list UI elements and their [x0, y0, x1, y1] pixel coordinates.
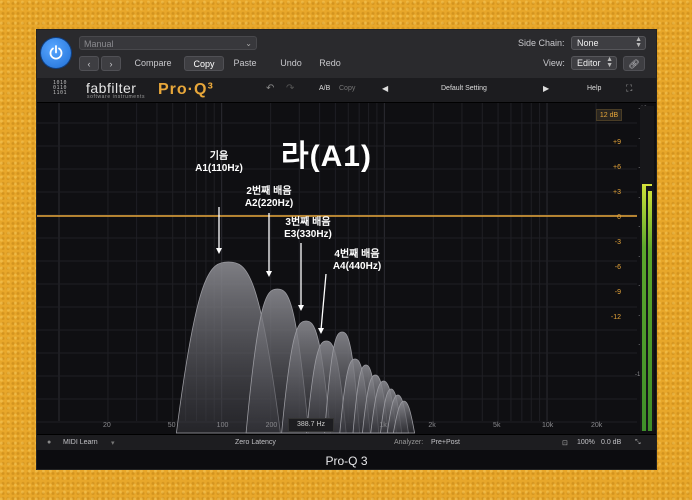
meter-bar-right	[648, 191, 652, 431]
annotation-harmonic-4: 4번째 배음 A4(440Hz)	[323, 249, 391, 273]
frequency-label: 100	[216, 422, 229, 429]
undo-icon[interactable]: ↶	[266, 83, 274, 94]
annotation-line2: A1(110Hz)	[195, 163, 243, 174]
preset-select[interactable]: Manual ⌄	[79, 36, 257, 50]
sidechain-select[interactable]: None ▲ ▼	[571, 36, 646, 50]
eq-scale-label: -9	[614, 289, 621, 296]
arrow-head	[318, 328, 324, 334]
sidechain-value: None	[577, 38, 599, 48]
annotation-harmonic-3: 3번째 배음 E3(330Hz)	[275, 217, 341, 241]
latency-select[interactable]: Zero Latency	[235, 439, 276, 446]
copy-button[interactable]: Copy	[184, 56, 224, 71]
output-level-meter	[640, 106, 654, 431]
plugin-preset-name[interactable]: Default Setting	[441, 85, 487, 92]
midi-learn-button[interactable]: MIDI Learn	[63, 439, 98, 446]
range-select[interactable]: 12 dB	[596, 109, 622, 121]
frequency-label: 2k	[428, 422, 436, 429]
note-title: 라(A1)	[281, 140, 372, 173]
next-preset-button[interactable]: ›	[101, 56, 121, 71]
frequency-readout: 388.7 Hz	[288, 418, 334, 432]
analyzer-label: Analyzer:	[394, 439, 424, 446]
redo-icon[interactable]: ↷	[286, 83, 294, 94]
plugin-window: Manual ⌄ ‹ › Compare Copy Paste Undo Red…	[37, 30, 656, 469]
zoom-value[interactable]: 100%	[577, 439, 595, 446]
frequency-label: 200	[265, 422, 278, 429]
fullscreen-icon[interactable]: ⛶	[626, 83, 632, 94]
frequency-label: 20	[102, 422, 111, 429]
annotation-line1: 4번째 배음	[334, 249, 380, 260]
power-button[interactable]	[41, 38, 71, 68]
help-button[interactable]: Help	[587, 85, 601, 92]
spectrum-peaks	[175, 261, 416, 434]
annotation-line1: 2번째 배음	[246, 186, 292, 197]
eq-scale-label: 0	[617, 214, 621, 221]
eq-scale-label: -12	[610, 314, 621, 321]
annotation-line2: A4(440Hz)	[332, 261, 382, 272]
zoom-icon[interactable]: ⊡	[562, 439, 568, 447]
ab-button[interactable]: A/B	[319, 85, 330, 92]
eq-scale-label: +9	[613, 139, 621, 146]
status-bar: ● MIDI Learn ▾ Zero Latency Analyzer: Pr…	[37, 434, 656, 451]
compare-button[interactable]: Compare	[132, 56, 174, 71]
midi-dropdown-icon[interactable]: ▾	[111, 439, 115, 447]
prev-preset-button[interactable]: ‹	[79, 56, 99, 71]
redo-button[interactable]: Redo	[313, 56, 347, 71]
frequency-label: 5k	[493, 422, 501, 429]
chevron-down-icon: ⌄	[245, 39, 252, 48]
link-icon: 🔗︎	[628, 59, 640, 69]
undo-button[interactable]: Undo	[274, 56, 308, 71]
annotation-line1: 3번째 배음	[285, 217, 331, 228]
resize-icon[interactable]: ⤡	[635, 439, 641, 447]
frequency-label: 1k	[379, 422, 387, 429]
sidechain-label: Side Chain:	[518, 38, 565, 48]
paste-button[interactable]: Paste	[228, 56, 262, 71]
prev-preset-arrow-icon[interactable]: ◀	[382, 84, 388, 93]
frequency-label: 50	[167, 422, 176, 429]
preset-value: Manual	[84, 39, 114, 49]
link-button[interactable]: 🔗︎	[623, 56, 645, 71]
annotation-fundamental: 기음 A1(110Hz)	[189, 151, 249, 175]
power-icon	[49, 45, 63, 60]
meter-bar-left	[642, 186, 646, 431]
annotation-harmonic-2: 2번째 배음 A2(220Hz)	[236, 186, 302, 210]
plugin-header: 1010 0110 1101 fabfilter software instrume…	[37, 78, 656, 103]
view-select[interactable]: Editor ▲ ▼	[571, 56, 617, 70]
frequency-label: 10k	[542, 422, 554, 429]
host-toolbar: Manual ⌄ ‹ › Compare Copy Paste Undo Red…	[37, 30, 656, 79]
meter-peak	[642, 184, 652, 186]
midi-icon[interactable]: ●	[47, 439, 51, 446]
annotation-line2: E3(330Hz)	[284, 229, 332, 240]
window-caption: Pro-Q 3	[37, 450, 656, 469]
updown-icon: ▲ ▼	[606, 56, 613, 69]
frequency-label: 20k	[591, 422, 603, 429]
product-logo: Pro·Q³	[158, 81, 214, 98]
eq-scale-label: +6	[613, 164, 621, 171]
analyzer-select[interactable]: Pre+Post	[431, 439, 460, 446]
logo-bits-icon: 1010 0110 1101	[53, 80, 68, 96]
annotation-line2: A2(220Hz)	[244, 198, 294, 209]
annotation-line1: 기음	[209, 151, 229, 162]
copy-ab-button[interactable]: Copy	[339, 85, 355, 92]
arrow-line	[320, 273, 327, 331]
brand-subtitle: software instruments	[87, 94, 146, 100]
updown-icon: ▲ ▼	[635, 36, 642, 49]
eq-scale-label: -3	[614, 239, 621, 246]
next-preset-arrow-icon[interactable]: ▶	[543, 84, 549, 93]
arrow-head	[216, 248, 222, 254]
view-value: Editor	[577, 58, 601, 68]
eq-display[interactable]: 라(A1) 기음 A1(110Hz) 2번째 배음 A2(220Hz) 3번째 …	[37, 103, 656, 434]
output-gain[interactable]: 0.0 dB	[601, 439, 621, 446]
eq-scale-label: +3	[613, 189, 621, 196]
eq-scale-label: -6	[614, 264, 621, 271]
view-label: View:	[543, 58, 565, 68]
